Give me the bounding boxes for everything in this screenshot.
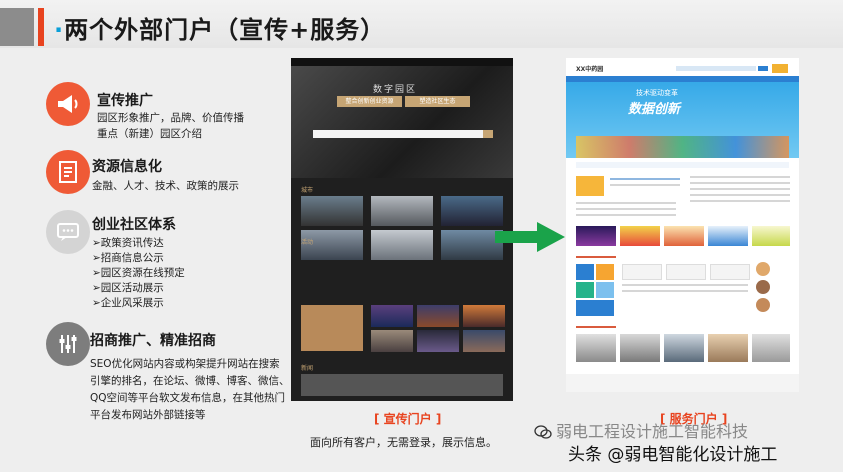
- avatar[interactable]: [756, 262, 770, 276]
- news-line: [610, 184, 680, 186]
- feature-title: 创业社区体系: [92, 217, 176, 233]
- search-bar[interactable]: [313, 130, 491, 138]
- search-button[interactable]: [758, 66, 768, 71]
- space-photo[interactable]: [752, 334, 790, 362]
- city-image[interactable]: [371, 230, 433, 260]
- section-heading: 新闻: [301, 365, 314, 372]
- notice-bar: [576, 162, 789, 168]
- news-line: [576, 202, 676, 204]
- document-icon: [46, 150, 90, 194]
- service-tile[interactable]: [596, 264, 614, 280]
- activity-image[interactable]: [463, 330, 505, 352]
- news-line: [690, 194, 790, 196]
- watermark-text: 头条 @弱电智能化设计施工: [568, 445, 778, 465]
- top-nav: [291, 58, 513, 66]
- section-rule: [576, 326, 616, 328]
- list-item: ➢园区资源在线预定: [92, 267, 185, 279]
- space-photo[interactable]: [620, 334, 660, 362]
- section-heading: 活动: [301, 239, 314, 246]
- watermark-text: 弱电工程设计施工智能科技: [556, 422, 749, 441]
- news-line: [690, 188, 790, 190]
- feature-list: ➢政策资讯传达 ➢招商信息公示 ➢园区资源在线预定 ➢园区活动展示 ➢企业风采展…: [92, 236, 185, 311]
- title-red-bar: [38, 8, 44, 46]
- section-rule: [576, 256, 616, 258]
- city-image[interactable]: [441, 230, 503, 260]
- city-image[interactable]: [371, 196, 433, 226]
- news-line: [690, 182, 790, 184]
- search-bar[interactable]: [676, 66, 756, 71]
- list-item: ➢园区活动展示: [92, 282, 164, 294]
- news-block[interactable]: [301, 374, 503, 396]
- service-tile[interactable]: [576, 300, 614, 316]
- activity-image[interactable]: [417, 330, 459, 352]
- feature-text: 金融、人才、技术、政策的展示: [92, 180, 239, 192]
- partner-logo[interactable]: [666, 264, 706, 280]
- partner-logo[interactable]: [622, 264, 662, 280]
- news-line: [622, 284, 748, 286]
- event-image[interactable]: [664, 226, 704, 246]
- title-grey-block: [0, 8, 34, 46]
- hero-tag-left: 整合创新创业资源: [337, 96, 402, 107]
- feature-text: 重点（新建）园区介绍: [97, 128, 202, 140]
- wechat-icon: [534, 424, 552, 443]
- megaphone-icon: [46, 82, 90, 126]
- feature-title: 招商推广、精准招商: [90, 333, 216, 349]
- activity-image[interactable]: [371, 330, 413, 352]
- hero-tag-right: 塑造社区生态: [405, 96, 470, 107]
- event-image[interactable]: [708, 226, 748, 246]
- hero-title: 数字园区: [373, 85, 418, 95]
- space-photo[interactable]: [576, 334, 616, 362]
- list-item: ➢政策资讯传达: [92, 237, 164, 249]
- activity-image[interactable]: [371, 305, 413, 327]
- feature-text: 园区形象推广，品牌、价值传播: [97, 112, 244, 124]
- promo-portal-caption: [ 宣传门户 ]: [374, 412, 442, 426]
- activity-image[interactable]: [463, 305, 505, 327]
- partner-logo[interactable]: [710, 264, 750, 280]
- space-photo[interactable]: [664, 334, 704, 362]
- page-title: ·两个外部门户（宣传+服务）: [54, 16, 386, 44]
- city-image[interactable]: [301, 196, 363, 226]
- sliders-icon: [46, 322, 90, 366]
- news-line: [576, 208, 676, 210]
- list-item: ➢企业风采展示: [92, 297, 164, 309]
- activity-card[interactable]: [301, 305, 363, 351]
- service-tile[interactable]: [576, 282, 594, 298]
- login-button[interactable]: [772, 64, 788, 73]
- service-portal-screenshot: XX中药园 技术驱动变革 数据创新: [566, 58, 799, 392]
- news-image[interactable]: [576, 176, 604, 196]
- news-line: [622, 290, 748, 292]
- hero-line: 数据创新: [628, 102, 681, 117]
- promo-portal-screenshot: 数字园区 整合创新创业资源 塑造社区生态 城市 活动 新闻: [291, 58, 513, 401]
- news-line[interactable]: [610, 178, 680, 180]
- feature-title: 资源信息化: [92, 159, 162, 175]
- activity-image[interactable]: [417, 305, 459, 327]
- section-heading: 城市: [301, 187, 314, 194]
- promo-portal-subcaption: 面向所有客户，无需登录，展示信息。: [310, 436, 497, 449]
- portal-logo: XX中药园: [576, 66, 604, 73]
- service-tile[interactable]: [576, 264, 594, 280]
- footer: [566, 374, 799, 392]
- feature-text: SEO优化网站内容或构架提升网站在搜索引擎的排名，在论坛、微博、博客、微信、QQ…: [90, 358, 290, 421]
- arrow-right-icon: [495, 222, 565, 256]
- avatar[interactable]: [756, 280, 770, 294]
- event-image[interactable]: [620, 226, 660, 246]
- hero-illustration: [576, 136, 789, 158]
- search-button[interactable]: [483, 130, 493, 138]
- city-image[interactable]: [441, 196, 503, 226]
- news-line: [690, 200, 790, 202]
- service-tile[interactable]: [596, 282, 614, 298]
- space-photo[interactable]: [708, 334, 748, 362]
- news-line: [576, 214, 676, 216]
- event-image[interactable]: [752, 226, 790, 246]
- chat-icon: [46, 210, 90, 254]
- feature-title: 宣传推广: [97, 93, 153, 109]
- hero-line: 技术驱动变革: [636, 89, 678, 97]
- event-image[interactable]: [576, 226, 616, 246]
- news-line: [690, 176, 790, 178]
- list-item: ➢招商信息公示: [92, 252, 164, 264]
- avatar[interactable]: [756, 298, 770, 312]
